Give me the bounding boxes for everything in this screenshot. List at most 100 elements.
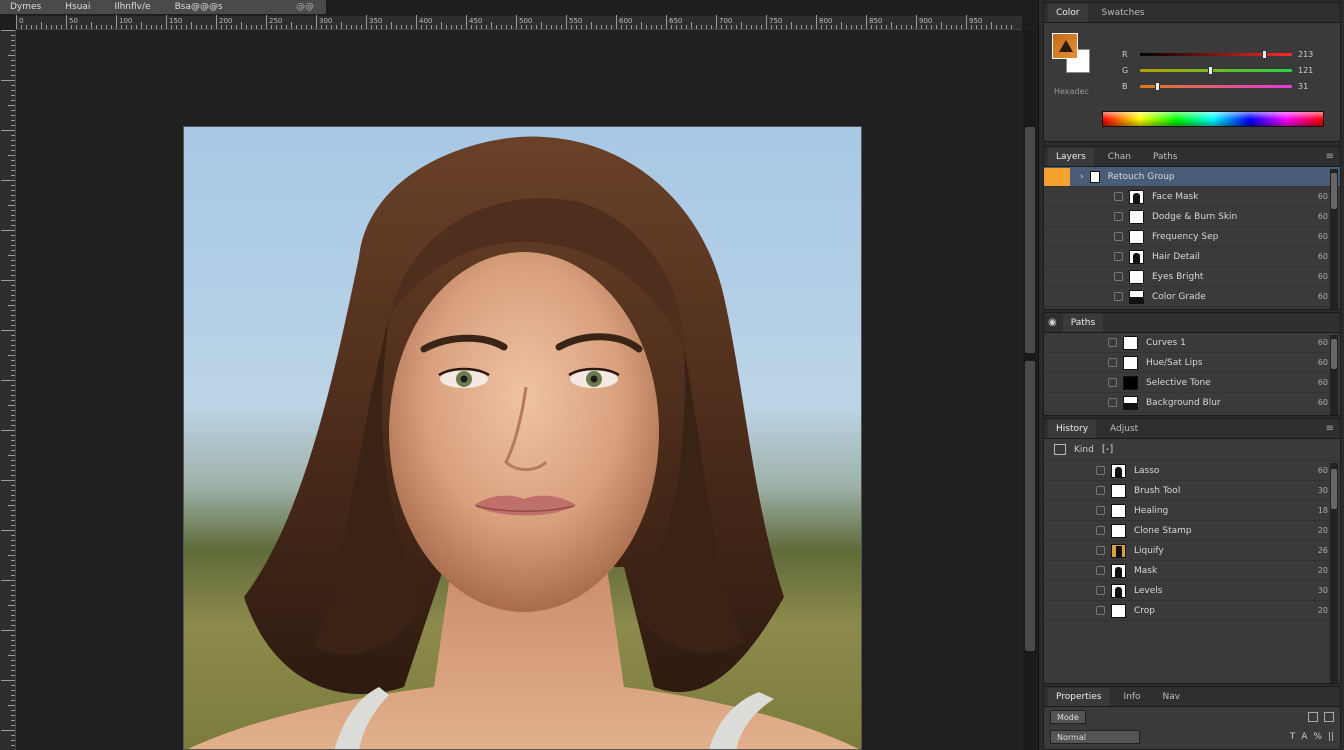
- scrollbar-thumb[interactable]: [1025, 127, 1035, 353]
- menu-item-edit[interactable]: Hsuai: [65, 2, 90, 12]
- layer-opacity[interactable]: 60: [1318, 212, 1328, 221]
- visibility-toggle-icon[interactable]: [1114, 272, 1123, 281]
- crop-frame-icon[interactable]: [1054, 444, 1066, 455]
- layer-group-row[interactable]: › Retouch Group: [1044, 167, 1340, 187]
- layer-opacity[interactable]: 60: [1318, 338, 1328, 347]
- layer-row[interactable]: Healing 18: [1044, 501, 1340, 521]
- visibility-toggle-icon[interactable]: [1114, 252, 1123, 261]
- portrait-photo[interactable]: [183, 126, 862, 750]
- layer-row[interactable]: Mask 20: [1044, 561, 1340, 581]
- menu-item-layer[interactable]: Bsa@@@s: [175, 2, 223, 12]
- slider-green[interactable]: G 121: [1122, 63, 1313, 77]
- layer-row[interactable]: Liquify 26: [1044, 541, 1340, 561]
- layer-opacity[interactable]: 26: [1318, 546, 1328, 555]
- mode-field[interactable]: Mode: [1050, 710, 1086, 724]
- scrollbar-thumb-lower[interactable]: [1025, 361, 1035, 651]
- slider-red[interactable]: R 213: [1122, 47, 1313, 61]
- layer-row[interactable]: Lasso 60: [1044, 461, 1340, 481]
- tab-info[interactable]: Info: [1115, 688, 1148, 706]
- visibility-toggle-icon[interactable]: [1114, 212, 1123, 221]
- history-scrollbar[interactable]: [1330, 463, 1338, 683]
- menu-item-image[interactable]: Ilhnflv/e: [114, 2, 150, 12]
- tab-channels[interactable]: Chan: [1100, 148, 1139, 166]
- tab-history[interactable]: History: [1048, 419, 1097, 438]
- option-square-icon[interactable]: [1308, 712, 1318, 722]
- layer-opacity[interactable]: 20: [1318, 526, 1328, 535]
- layer-opacity[interactable]: 18: [1318, 506, 1328, 515]
- layer-opacity[interactable]: 20: [1318, 566, 1328, 575]
- visibility-toggle-icon[interactable]: [1096, 466, 1105, 475]
- pause-icon[interactable]: ||: [1328, 732, 1334, 742]
- tab-swatches[interactable]: Swatches: [1094, 4, 1153, 22]
- layer-row[interactable]: Levels 30: [1044, 581, 1340, 601]
- slider-green-knob[interactable]: [1208, 65, 1214, 75]
- blend-mode-select[interactable]: Normal: [1050, 730, 1140, 744]
- tab-paths[interactable]: Paths: [1145, 148, 1185, 166]
- canvas-vertical-scrollbar[interactable]: [1024, 31, 1036, 750]
- slider-green-value[interactable]: 121: [1298, 66, 1313, 75]
- percent-icon[interactable]: %: [1313, 732, 1322, 742]
- layer-row[interactable]: Background Blur 60: [1044, 393, 1340, 413]
- layer-row[interactable]: Hair Detail 60: [1044, 247, 1340, 267]
- slider-red-knob[interactable]: [1261, 49, 1267, 59]
- slider-green-track[interactable]: [1140, 65, 1292, 75]
- tab-properties[interactable]: Properties: [1048, 687, 1110, 706]
- visibility-toggle-icon[interactable]: [1096, 606, 1105, 615]
- visibility-icon[interactable]: ◉: [1048, 317, 1057, 328]
- tab-layers[interactable]: Layers: [1048, 147, 1094, 166]
- visibility-toggle-icon[interactable]: [1108, 378, 1117, 387]
- layer-opacity[interactable]: 30: [1318, 486, 1328, 495]
- align-icon[interactable]: A: [1301, 732, 1307, 742]
- panel-menu-icon[interactable]: ≡: [1326, 151, 1334, 162]
- slider-blue-knob[interactable]: [1155, 81, 1161, 91]
- layer-row[interactable]: Face Mask 60: [1044, 187, 1340, 207]
- expand-arrow-icon[interactable]: ›: [1080, 172, 1084, 182]
- slider-blue-track[interactable]: [1140, 81, 1292, 91]
- paths-scroll-thumb[interactable]: [1331, 339, 1337, 369]
- layer-opacity[interactable]: 30: [1318, 586, 1328, 595]
- filter-kind-label[interactable]: Kind: [1074, 445, 1094, 455]
- layers-scrollbar[interactable]: [1330, 169, 1338, 309]
- close-tab-button[interactable]: @@: [296, 2, 314, 12]
- visibility-toggle-icon[interactable]: [1096, 546, 1105, 555]
- layer-opacity[interactable]: 60: [1318, 292, 1328, 301]
- layer-row[interactable]: Selective Tone 60: [1044, 373, 1340, 393]
- history-menu-icon[interactable]: ≡: [1326, 423, 1334, 434]
- layer-row[interactable]: Color Grade 60: [1044, 287, 1340, 307]
- group-bracket-label[interactable]: [-]: [1102, 444, 1113, 455]
- layer-row[interactable]: Dodge & Burn Skin 60: [1044, 207, 1340, 227]
- visibility-toggle-icon[interactable]: [1114, 232, 1123, 241]
- history-scroll-thumb[interactable]: [1331, 469, 1337, 509]
- visibility-toggle-icon[interactable]: [1096, 526, 1105, 535]
- visibility-toggle-icon[interactable]: [1114, 292, 1123, 301]
- visibility-toggle-icon[interactable]: [1096, 566, 1105, 575]
- type-icon[interactable]: T: [1290, 732, 1296, 742]
- visibility-toggle-icon[interactable]: [1096, 486, 1105, 495]
- layer-opacity[interactable]: 60: [1318, 192, 1328, 201]
- color-spectrum-bar[interactable]: [1102, 111, 1324, 127]
- option-square-icon-2[interactable]: [1324, 712, 1334, 722]
- layer-row[interactable]: Hue/Sat Lips 60: [1044, 353, 1340, 373]
- layer-opacity[interactable]: 60: [1318, 378, 1328, 387]
- layer-opacity[interactable]: 60: [1318, 358, 1328, 367]
- layer-opacity[interactable]: 60: [1318, 252, 1328, 261]
- layer-opacity[interactable]: 60: [1318, 466, 1328, 475]
- slider-red-track[interactable]: [1140, 49, 1292, 59]
- slider-blue-value[interactable]: 31: [1298, 82, 1312, 91]
- layer-row[interactable]: Curves 1 60: [1044, 333, 1340, 353]
- layer-opacity[interactable]: 60: [1318, 232, 1328, 241]
- tab-adjust[interactable]: Adjust: [1102, 420, 1146, 438]
- visibility-toggle-icon[interactable]: [1108, 358, 1117, 367]
- layer-opacity[interactable]: 20: [1318, 606, 1328, 615]
- layer-row[interactable]: Crop 20: [1044, 601, 1340, 621]
- foreground-color-swatch[interactable]: [1052, 33, 1078, 59]
- menu-item-file[interactable]: Dymes: [10, 2, 41, 12]
- visibility-toggle-icon[interactable]: [1108, 398, 1117, 407]
- tab-paths-secondary[interactable]: Paths: [1062, 313, 1104, 332]
- layers-scroll-thumb[interactable]: [1331, 173, 1337, 209]
- layer-opacity[interactable]: 60: [1318, 272, 1328, 281]
- tab-color[interactable]: Color: [1048, 3, 1088, 22]
- layer-row[interactable]: Brush Tool 30: [1044, 481, 1340, 501]
- layer-row[interactable]: Clone Stamp 20: [1044, 521, 1340, 541]
- paths-scrollbar[interactable]: [1330, 335, 1338, 415]
